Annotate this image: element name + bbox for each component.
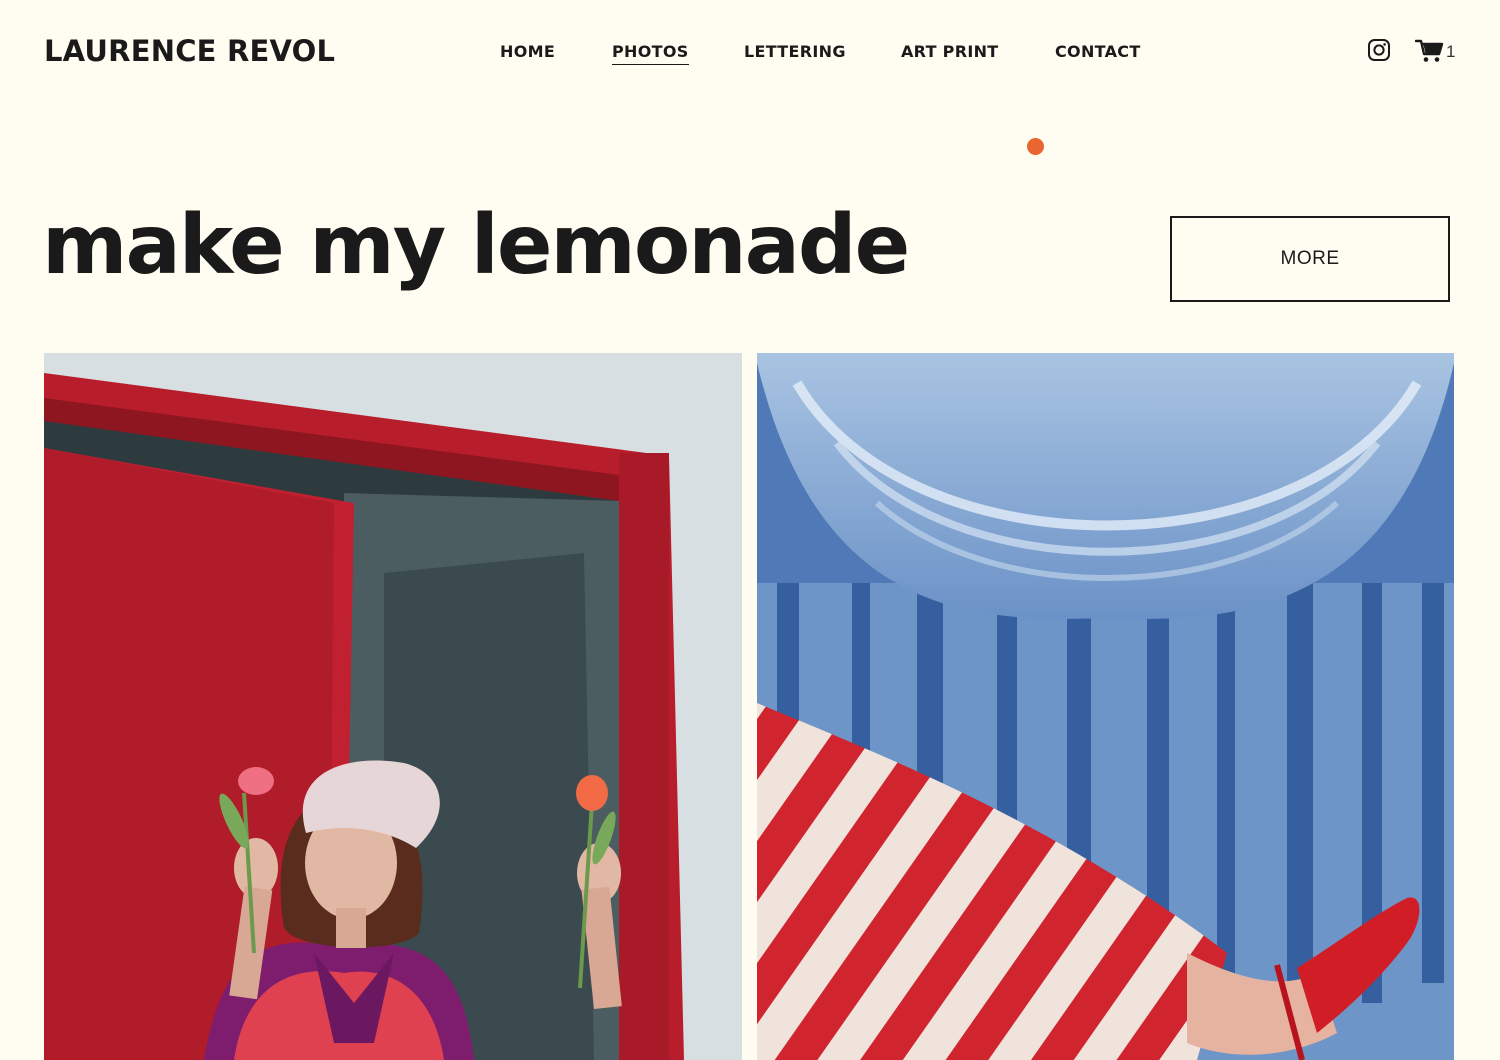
instagram-icon[interactable] [1367,38,1391,67]
page-title: make my lemonade [42,198,910,293]
nav-item-photos[interactable]: PHOTOS [612,42,689,65]
gallery-photo-woman-beret[interactable] [44,353,742,1060]
more-button[interactable]: MORE [1170,216,1450,302]
accent-dot [1027,138,1044,155]
nav-item-lettering[interactable]: LETTERING [744,42,846,61]
main-nav: HOME PHOTOS LETTERING ART PRINT CONTACT [0,42,1500,66]
cart-icon[interactable] [1414,38,1445,69]
nav-item-contact[interactable]: CONTACT [1055,42,1141,61]
cart-count: 1 [1446,42,1456,61]
gallery-photo-striped-leg[interactable] [757,353,1454,1060]
nav-item-home[interactable]: HOME [500,42,555,61]
nav-item-art-print[interactable]: ART PRINT [901,42,998,61]
